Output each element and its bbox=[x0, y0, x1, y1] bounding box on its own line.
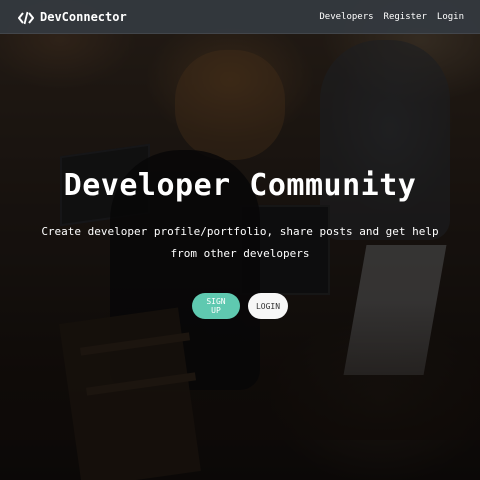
nav-link-register[interactable]: Register bbox=[384, 12, 427, 22]
landing-lead: Create developer profile/portfolio, shar… bbox=[41, 225, 439, 260]
brand-name: DevConnector bbox=[40, 9, 127, 24]
sign-up-button[interactable]: SIGN UP bbox=[192, 293, 240, 319]
nav-link-developers[interactable]: Developers bbox=[319, 12, 373, 22]
page-title: Developer Community bbox=[63, 168, 417, 203]
cta-buttons: SIGN UP LOGIN bbox=[192, 293, 288, 319]
nav-link-login[interactable]: Login bbox=[437, 12, 464, 22]
navbar: DevConnector Developers Register Login bbox=[0, 0, 480, 34]
code-icon bbox=[17, 10, 35, 24]
brand-link[interactable]: DevConnector bbox=[17, 9, 127, 24]
nav-links: Developers Register Login bbox=[319, 12, 464, 22]
login-button[interactable]: LOGIN bbox=[248, 293, 288, 319]
landing-hero: Developer Community Create developer pro… bbox=[0, 34, 480, 480]
